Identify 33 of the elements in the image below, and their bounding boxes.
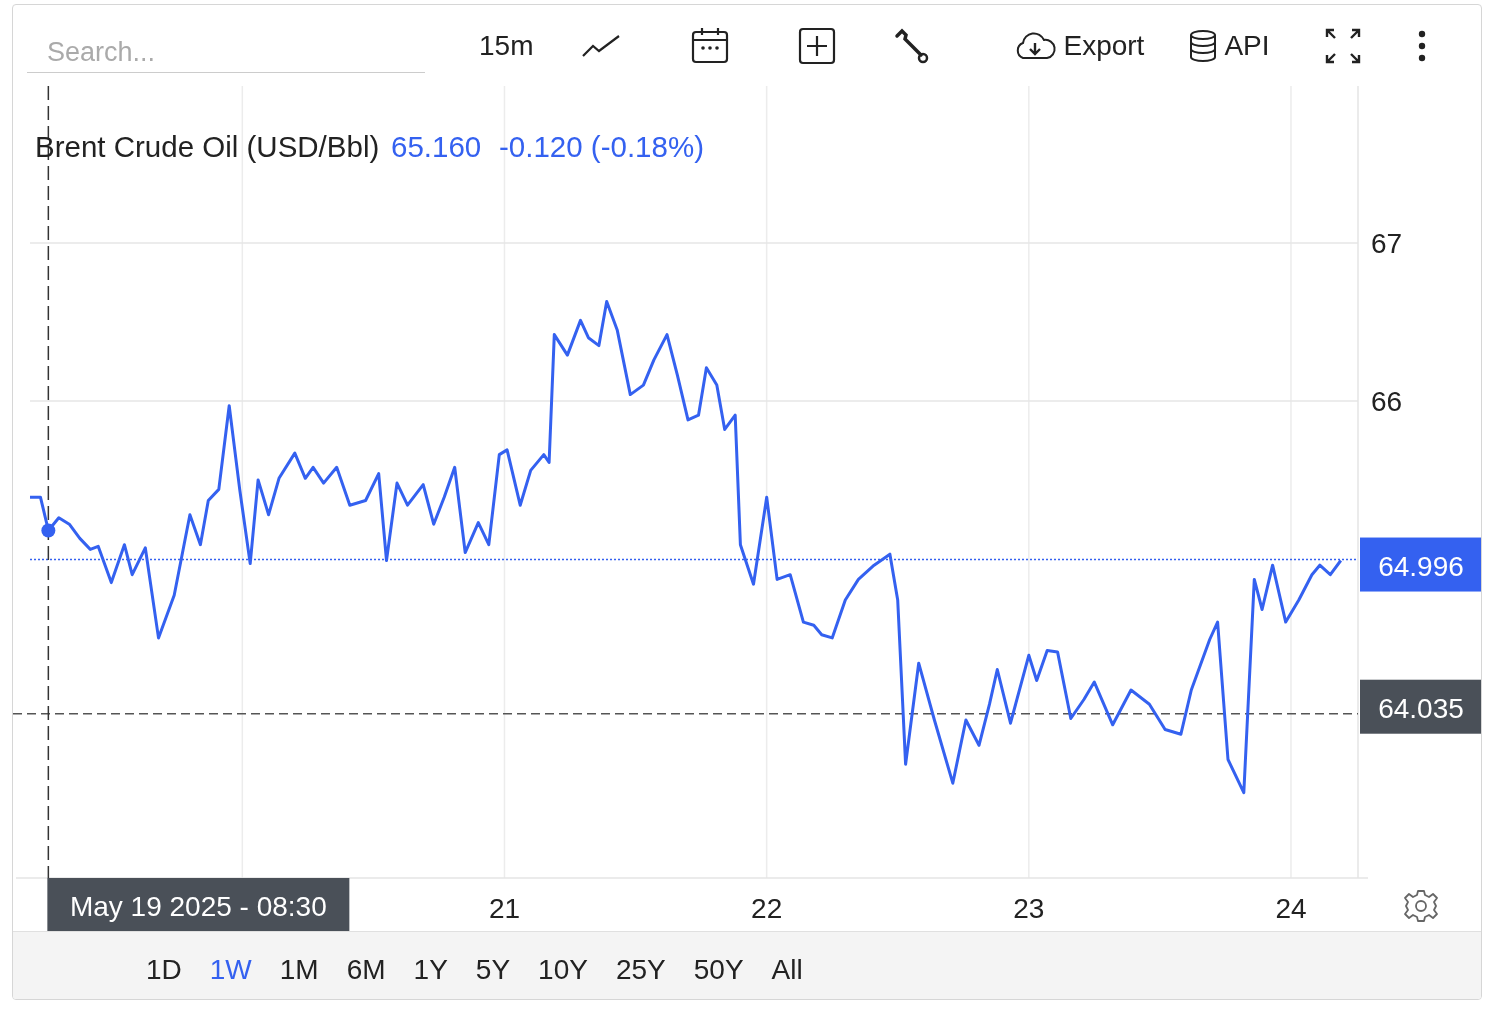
database-icon: [1188, 28, 1219, 63]
range-tab[interactable]: 50Y: [684, 932, 753, 999]
crosshair-dot: [41, 523, 56, 538]
y-axis-label: 66: [1371, 385, 1403, 417]
range-tab[interactable]: 6M: [337, 932, 395, 999]
crosshair-price-tag: 64.035: [1360, 679, 1481, 734]
change-value: -0.120 (-0.18%): [499, 130, 704, 163]
price-value: 65.160: [391, 130, 482, 163]
export-button[interactable]: Export: [1013, 29, 1145, 62]
interval-button[interactable]: 15m: [479, 29, 534, 62]
range-tab[interactable]: All: [762, 932, 812, 999]
wrench-icon[interactable]: [893, 27, 930, 64]
fullscreen-icon[interactable]: [1323, 26, 1362, 65]
api-button[interactable]: API: [1188, 28, 1270, 63]
crosshair-time-tag: May 19 2025 - 08:30: [47, 878, 350, 931]
range-tab[interactable]: 1W: [200, 932, 261, 999]
range-tab[interactable]: 5Y: [466, 932, 520, 999]
more-icon[interactable]: [1417, 29, 1426, 62]
range-tab[interactable]: 1M: [270, 932, 328, 999]
range-tab[interactable]: 25Y: [606, 932, 675, 999]
y-axis-label: 67: [1371, 227, 1403, 259]
last-price-tag: 64.996: [1360, 537, 1481, 592]
add-icon[interactable]: [798, 26, 837, 65]
x-axis-label: 23: [1013, 893, 1045, 924]
x-axis-label: 22: [751, 893, 783, 924]
x-axis-label: 24: [1275, 893, 1307, 924]
range-tab[interactable]: 10Y: [529, 932, 597, 999]
chart-title: Brent Crude Oil (USD/Bbl): [35, 130, 380, 163]
range-tab[interactable]: 1Y: [404, 932, 457, 999]
calendar-icon[interactable]: [691, 26, 730, 65]
x-axis-label: 21: [488, 893, 521, 924]
range-tab[interactable]: 1D: [137, 932, 191, 999]
settings-icon[interactable]: [1404, 890, 1438, 922]
